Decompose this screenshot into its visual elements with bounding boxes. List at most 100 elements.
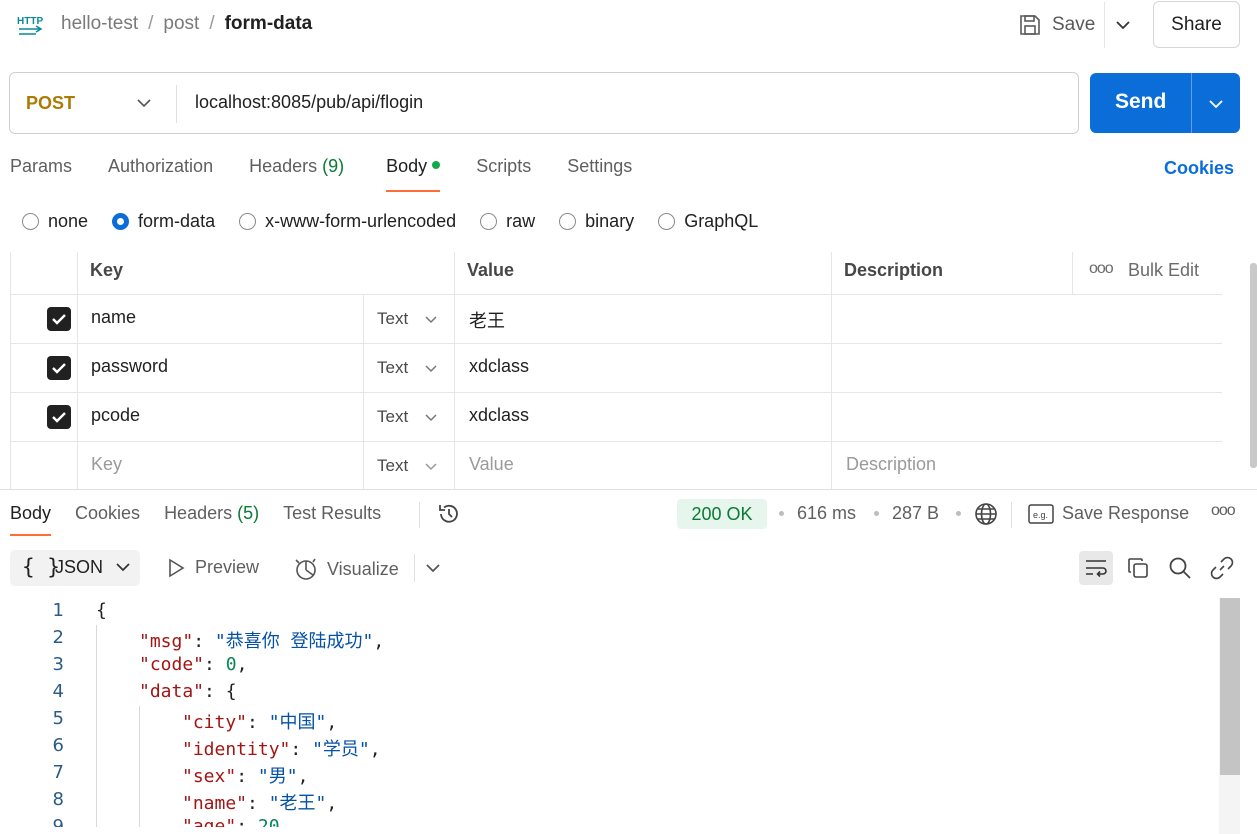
history-icon[interactable]	[436, 501, 462, 527]
pane-resize-divider[interactable]	[0, 489, 1257, 490]
tab-response-headers[interactable]: Headers (5)	[164, 503, 259, 536]
visualize-label: Visualize	[327, 558, 399, 579]
headers-count-badge: (9)	[322, 156, 345, 176]
radio-button-icon	[239, 213, 257, 230]
code-text: "city": "中国",	[182, 708, 337, 734]
breadcrumb-collection[interactable]: hello-test	[61, 13, 138, 35]
method-selector[interactable]: POST	[26, 93, 75, 114]
top-bar: HTTP hello-test / post / form-data Save …	[0, 0, 1257, 50]
type-cell[interactable]: Text	[364, 442, 455, 490]
chevron-down-icon[interactable]	[425, 561, 441, 575]
type-cell[interactable]: Text	[364, 344, 455, 392]
radio-none[interactable]: none	[22, 211, 88, 232]
divider	[1104, 2, 1105, 48]
tab-body[interactable]: Body	[386, 156, 441, 192]
description-cell[interactable]: Description	[832, 442, 1222, 490]
scrollbar-thumb[interactable]	[1220, 598, 1240, 775]
separator-dot	[874, 511, 879, 516]
key-cell[interactable]: Key	[78, 442, 364, 490]
row-enabled-checkbox[interactable]	[47, 307, 71, 331]
preview-button[interactable]: Preview	[167, 557, 259, 578]
table-header-row: Key Value Description ooo Bulk Edit	[11, 252, 1222, 295]
play-icon	[169, 558, 185, 577]
tab-response-body[interactable]: Body	[10, 503, 52, 536]
cookies-link[interactable]: Cookies	[1164, 158, 1234, 179]
key-cell[interactable]: pcode	[78, 393, 364, 441]
link-button[interactable]	[1205, 551, 1239, 585]
json-punctuation: :	[236, 766, 258, 787]
json-key: "msg"	[139, 631, 194, 652]
tab-settings[interactable]: Settings	[567, 156, 632, 192]
key-cell[interactable]: name	[78, 295, 364, 343]
divider	[1191, 73, 1192, 133]
type-cell[interactable]: Text	[364, 393, 455, 441]
save-response-button[interactable]: Save Response	[1062, 503, 1189, 524]
response-size[interactable]: 287 B	[892, 503, 939, 524]
more-options-icon[interactable]: ooo	[1211, 502, 1236, 520]
send-button[interactable]: Send	[1090, 73, 1240, 133]
table-row: password Text xdclass	[11, 344, 1222, 393]
status-badge[interactable]: 200 OK	[677, 499, 767, 529]
globe-icon[interactable]	[973, 501, 999, 527]
share-button[interactable]: Share	[1153, 1, 1240, 48]
link-icon	[1210, 556, 1234, 580]
table-row: name Text 老王	[11, 295, 1222, 344]
format-selector[interactable]: { } JSON	[10, 550, 140, 586]
scrollbar-thumb[interactable]	[1250, 263, 1257, 468]
response-body-editor[interactable]: 1{2 "msg": "恭喜你 登陆成功", 3 "code": 0, 4 "data":…	[0, 598, 1218, 827]
copy-icon	[1128, 558, 1148, 578]
breadcrumb-request-name[interactable]: form-data	[225, 13, 313, 35]
response-time[interactable]: 616 ms	[797, 503, 856, 524]
radio-form-data[interactable]: form-data	[112, 211, 215, 232]
radio-button-icon	[559, 213, 577, 230]
save-button[interactable]: Save	[1018, 10, 1095, 40]
bulk-edit-button[interactable]: Bulk Edit	[1128, 260, 1199, 281]
row-enabled-checkbox[interactable]	[47, 356, 71, 380]
http-request-icon: HTTP	[17, 16, 43, 35]
radio-urlencoded[interactable]: x-www-form-urlencoded	[239, 211, 456, 232]
json-number: 0	[225, 654, 237, 675]
description-cell[interactable]	[832, 295, 1222, 343]
code-line: 9 "age": 20,	[0, 816, 1218, 827]
json-string: "男"	[257, 766, 298, 787]
chevron-down-icon[interactable]	[1206, 95, 1226, 113]
value-cell[interactable]: xdclass	[455, 344, 832, 392]
type-cell[interactable]: Text	[364, 295, 455, 343]
value-cell[interactable]: Value	[455, 442, 832, 490]
tab-authorization[interactable]: Authorization	[108, 156, 213, 192]
wrap-lines-button[interactable]	[1079, 551, 1113, 585]
breadcrumb-separator: /	[148, 13, 154, 34]
breadcrumb-folder[interactable]: post	[163, 13, 199, 35]
code-text: "identity": "学员",	[182, 735, 381, 761]
value-cell[interactable]: xdclass	[455, 393, 832, 441]
description-cell[interactable]	[832, 393, 1222, 441]
description-cell[interactable]	[832, 344, 1222, 392]
url-input[interactable]: localhost:8085/pub/api/flogin	[195, 92, 423, 113]
row-enabled-checkbox[interactable]	[47, 405, 71, 429]
json-punctuation: :	[193, 631, 215, 652]
code-text: "code": 0,	[139, 654, 247, 675]
radio-raw[interactable]: raw	[480, 211, 535, 232]
tab-headers[interactable]: Headers (9)	[249, 156, 344, 192]
key-cell[interactable]: password	[78, 344, 364, 392]
chevron-down-icon[interactable]	[135, 95, 153, 111]
more-options-icon[interactable]: ooo	[1089, 260, 1114, 278]
tab-params[interactable]: Params	[10, 156, 72, 192]
radio-binary[interactable]: binary	[559, 211, 634, 232]
radio-label: x-www-form-urlencoded	[265, 211, 457, 231]
code-text: "data": {	[139, 681, 237, 702]
radio-graphql[interactable]: GraphQL	[658, 211, 758, 232]
code-text: "msg": "恭喜你 登陆成功",	[139, 627, 384, 653]
visualize-button[interactable]: Visualize	[293, 557, 399, 581]
search-button[interactable]	[1163, 551, 1197, 585]
json-key: "city"	[182, 712, 248, 733]
json-number: 20	[257, 816, 280, 827]
chevron-down-icon[interactable]	[1113, 16, 1133, 34]
tab-scripts[interactable]: Scripts	[476, 156, 531, 192]
tab-test-results[interactable]: Test Results	[283, 503, 381, 536]
json-key: "data"	[139, 681, 205, 702]
value-cell[interactable]: 老王	[455, 295, 832, 343]
tab-response-cookies[interactable]: Cookies	[75, 503, 140, 536]
copy-button[interactable]	[1121, 551, 1155, 585]
json-key: "age"	[182, 816, 237, 827]
